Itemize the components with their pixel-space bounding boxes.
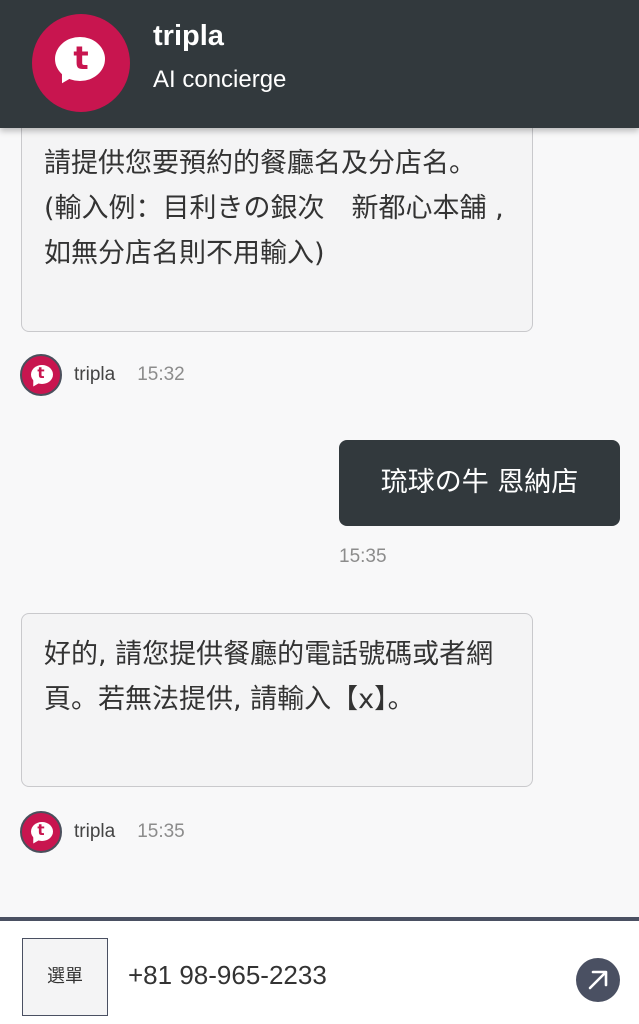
bot-message: 請提供您要預約的餐廳名及分店名。(輸入例：目利きの銀次 新都心本舗 , 如無分店… xyxy=(21,110,533,332)
send-button[interactable] xyxy=(576,958,620,1002)
message-time: 15:35 xyxy=(339,546,387,567)
arrow-up-right-icon xyxy=(588,970,608,990)
chat-header: t tripla AI concierge xyxy=(0,0,639,128)
tripla-avatar-icon: t xyxy=(20,354,62,396)
bot-message-meta: t tripla 15:32 xyxy=(20,353,185,397)
message-input[interactable] xyxy=(122,953,574,997)
chat-title: tripla xyxy=(153,20,224,52)
tripla-logo-icon: t xyxy=(32,14,130,112)
chat-subtitle: AI concierge xyxy=(153,66,287,93)
tripla-avatar-icon: t xyxy=(20,811,62,853)
chat-input-bar: 選單 xyxy=(0,917,639,1024)
menu-button[interactable]: 選單 xyxy=(22,938,108,1016)
sender-name: tripla xyxy=(74,821,116,842)
bot-message: 好的, 請您提供餐廳的電話號碼或者網頁。若無法提供, 請輸入【x】。 xyxy=(21,613,533,787)
message-time: 15:32 xyxy=(137,364,185,385)
user-message: 琉球の牛 恩納店 xyxy=(339,440,620,526)
message-time: 15:35 xyxy=(137,821,185,842)
bot-message-meta: t tripla 15:35 xyxy=(20,810,185,854)
sender-name: tripla xyxy=(74,364,116,385)
